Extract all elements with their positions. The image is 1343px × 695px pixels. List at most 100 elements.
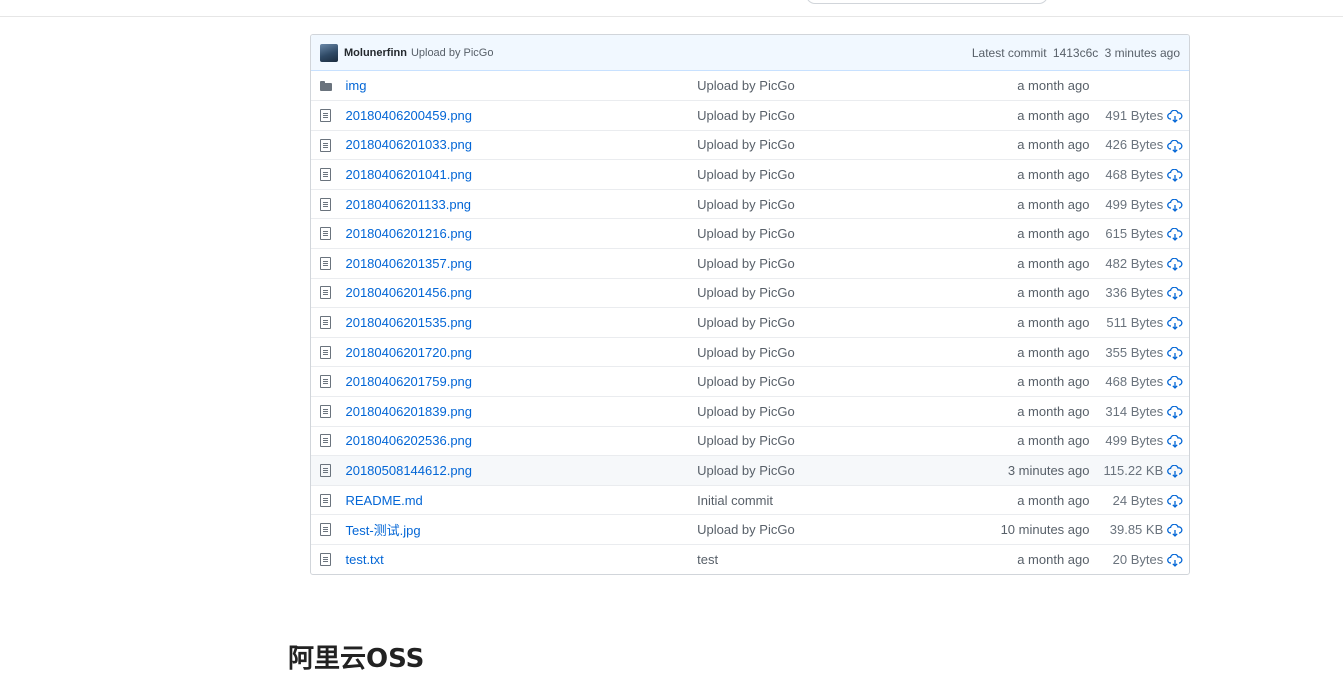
file-row[interactable]: 20180406201456.png Upload by PicGo a month… [311, 277, 1189, 308]
file-size: 615 Bytes [1103, 218, 1164, 249]
cloud-download-icon[interactable] [1167, 554, 1183, 567]
file-age: a month ago [941, 484, 1104, 515]
file-icon [320, 256, 331, 270]
file-name-link[interactable]: 20180406201839.png [345, 404, 472, 419]
file-commit-message[interactable]: test [697, 544, 942, 575]
file-row[interactable]: README.md Initial commit a month ago 24 Byt… [311, 484, 1189, 515]
file-browser: Molunerfinn Upload by PicGo Latest commi… [310, 34, 1190, 576]
file-row[interactable]: 20180406201216.png Upload by PicGo a month… [311, 218, 1189, 249]
file-icon [320, 286, 331, 300]
file-row[interactable]: Test-测试.jpg Upload by PicGo 10 minutes ago… [311, 514, 1189, 545]
file-commit-message[interactable]: Upload by PicGo [697, 71, 942, 101]
file-name-link[interactable]: 20180406201720.png [345, 345, 472, 360]
file-age: 10 minutes ago [941, 514, 1104, 545]
file-row[interactable]: 20180406201041.png Upload by PicGo a month… [311, 159, 1189, 190]
file-name-link[interactable]: Test-测试.jpg [345, 523, 420, 538]
cloud-download-icon[interactable] [1167, 465, 1183, 478]
cloud-download-icon[interactable] [1167, 435, 1183, 449]
file-row[interactable]: 20180406200459.png Upload by PicGo a month… [311, 100, 1189, 131]
section-heading: 阿里云OSS [288, 644, 425, 674]
file-age: a month ago [941, 425, 1104, 456]
commit-message[interactable]: Upload by PicGo [411, 47, 494, 59]
file-age: a month ago [941, 544, 1104, 575]
file-commit-message[interactable]: Upload by PicGo [697, 248, 942, 279]
file-icon [320, 108, 331, 122]
cloud-download-icon[interactable] [1167, 139, 1183, 153]
file-row[interactable]: 20180406201759.png Upload by PicGo a month… [311, 366, 1189, 397]
cloud-download-icon[interactable] [1167, 524, 1183, 538]
file-name-link[interactable]: test.txt [345, 552, 383, 567]
search-input[interactable] [806, 0, 1048, 4]
file-age: a month ago [941, 396, 1104, 427]
file-commit-message[interactable]: Upload by PicGo [697, 159, 942, 190]
file-row[interactable]: 20180406201033.png Upload by PicGo a month… [311, 129, 1189, 160]
file-row[interactable]: 20180406202536.png Upload by PicGo a month… [311, 425, 1189, 456]
file-age: a month ago [941, 129, 1104, 160]
file-commit-message[interactable]: Upload by PicGo [697, 455, 942, 486]
commit-age: 3 minutes ago [1104, 45, 1180, 60]
file-name-link[interactable]: 20180508144612.png [345, 463, 472, 478]
cloud-download-icon[interactable] [1167, 346, 1183, 360]
cloud-download-icon[interactable] [1167, 405, 1183, 419]
file-size: 482 Bytes [1103, 248, 1164, 279]
file-row[interactable]: 20180406201720.png Upload by PicGo a month… [311, 336, 1189, 367]
file-commit-message[interactable]: Upload by PicGo [697, 129, 942, 160]
cloud-download-icon[interactable] [1167, 494, 1183, 508]
file-name-link[interactable]: 20180406201535.png [345, 315, 472, 330]
file-age: a month ago [941, 307, 1104, 338]
file-row[interactable]: test.txt test a month ago 20 Bytes [311, 544, 1189, 575]
file-name-link[interactable]: 20180406201216.png [345, 226, 472, 241]
commit-info: Latest commit 1413c6c 3 minutes ago [972, 46, 1180, 60]
file-size: 426 Bytes [1103, 129, 1164, 160]
file-commit-message[interactable]: Upload by PicGo [697, 307, 942, 338]
avatar[interactable] [320, 43, 338, 62]
file-age: 3 minutes ago [941, 455, 1104, 486]
file-commit-message[interactable]: Upload by PicGo [697, 396, 942, 427]
file-name-link[interactable]: 20180406202536.png [345, 433, 472, 448]
cloud-download-icon[interactable] [1167, 287, 1183, 301]
file-commit-message[interactable]: Upload by PicGo [697, 425, 942, 456]
file-row[interactable]: img Upload by PicGo a month ago [311, 71, 1189, 101]
file-row[interactable]: 20180406201839.png Upload by PicGo a month… [311, 396, 1189, 427]
file-row[interactable]: 20180406201535.png Upload by PicGo a month… [311, 307, 1189, 338]
file-commit-message[interactable]: Initial commit [697, 484, 942, 515]
file-commit-message[interactable]: Upload by PicGo [697, 188, 942, 219]
file-name-link[interactable]: 20180406201041.png [345, 167, 472, 182]
file-name-link[interactable]: 20180406201033.png [345, 137, 472, 152]
file-name-link[interactable]: README.md [345, 493, 422, 508]
file-name-link[interactable]: 20180406201357.png [345, 256, 472, 271]
file-size: 511 Bytes [1103, 307, 1164, 338]
file-name-link[interactable]: 20180406200459.png [345, 108, 472, 123]
file-row[interactable]: 20180406201133.png Upload by PicGo a month… [311, 188, 1189, 219]
file-commit-message[interactable]: Upload by PicGo [697, 336, 942, 367]
file-icon [320, 434, 331, 448]
cloud-download-icon[interactable] [1167, 317, 1183, 330]
file-name-link[interactable]: 20180406201456.png [345, 285, 472, 300]
file-size: 499 Bytes [1103, 188, 1164, 219]
file-name-link[interactable]: 20180406201759.png [345, 374, 472, 389]
cloud-download-icon[interactable] [1167, 376, 1183, 390]
cloud-download-icon[interactable] [1167, 169, 1183, 183]
file-icon [320, 523, 331, 537]
cloud-download-icon[interactable] [1167, 257, 1183, 271]
file-commit-message[interactable]: Upload by PicGo [697, 514, 942, 545]
folder-icon [320, 80, 332, 91]
cloud-download-icon[interactable] [1167, 109, 1183, 123]
file-commit-message[interactable]: Upload by PicGo [697, 366, 942, 397]
file-commit-message[interactable]: Upload by PicGo [697, 277, 942, 308]
file-size: 468 Bytes [1103, 159, 1164, 190]
commit-sha[interactable]: 1413c6c [1053, 46, 1098, 60]
file-name-link[interactable]: 20180406201133.png [345, 197, 471, 212]
file-commit-message[interactable]: Upload by PicGo [697, 100, 942, 131]
file-row[interactable]: 20180508144612.png Upload by PicGo 3 minut… [311, 455, 1189, 486]
file-row[interactable]: 20180406201357.png Upload by PicGo a month… [311, 248, 1189, 279]
file-age: a month ago [941, 248, 1104, 279]
file-commit-message[interactable]: Upload by PicGo [697, 218, 942, 249]
commit-author[interactable]: Molunerfinn [344, 47, 407, 59]
cloud-download-icon[interactable] [1167, 198, 1183, 212]
file-size: 314 Bytes [1103, 396, 1164, 427]
file-table: img Upload by PicGo a month ago 20180406200… [311, 71, 1189, 575]
file-icon [320, 197, 331, 211]
file-name-link[interactable]: img [345, 78, 366, 93]
cloud-download-icon[interactable] [1167, 228, 1183, 242]
